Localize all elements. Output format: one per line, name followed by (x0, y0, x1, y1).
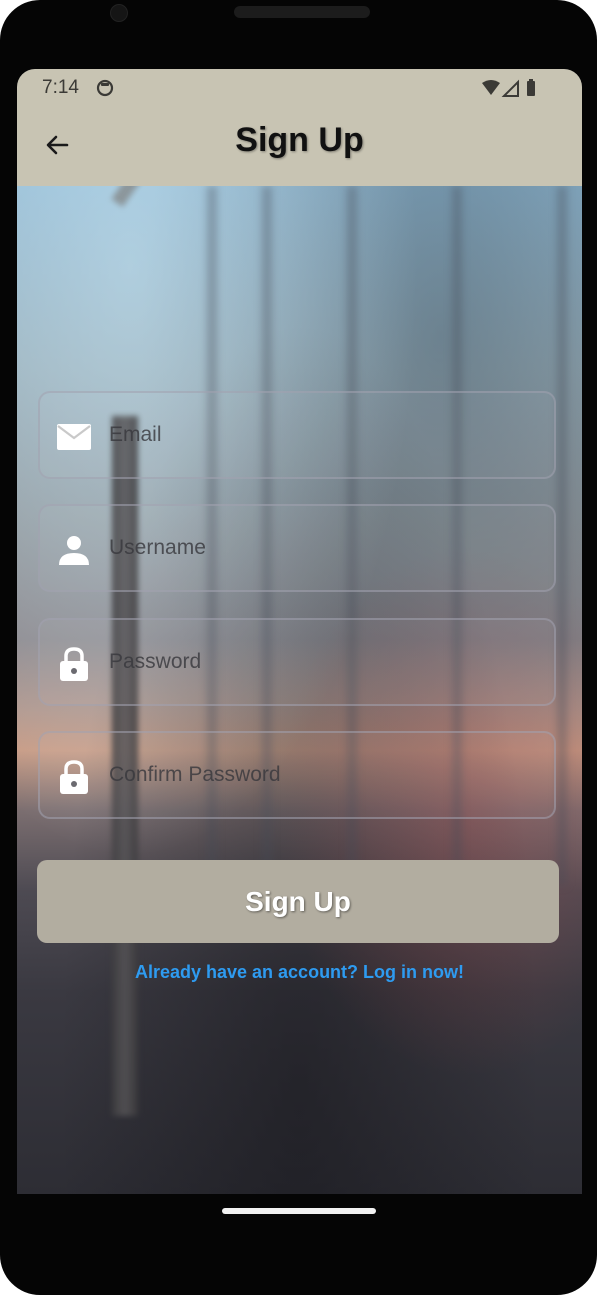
password-placeholder: Password (109, 650, 202, 673)
status-icons (482, 79, 535, 97)
confirm-password-field[interactable]: Confirm Password (38, 731, 556, 819)
screen: 7:14 Sign Up Email Username Password Con… (17, 69, 582, 1194)
app-bar: 7:14 Sign Up (17, 69, 582, 186)
person-icon (59, 536, 89, 565)
speaker-grille (234, 6, 370, 18)
login-link[interactable]: Already have an account? Log in now! (17, 962, 582, 983)
username-field[interactable]: Username (38, 504, 556, 592)
lock-icon (60, 760, 88, 794)
email-placeholder: Email (109, 423, 162, 446)
status-time: 7:14 (42, 77, 79, 98)
confirm-password-placeholder: Confirm Password (109, 763, 281, 786)
wifi-icon (482, 80, 500, 95)
email-field[interactable]: Email (38, 391, 556, 479)
username-placeholder: Username (109, 536, 206, 559)
phone-frame: 7:14 Sign Up Email Username Password Con… (0, 0, 597, 1295)
front-camera (110, 4, 128, 22)
sync-icon (96, 79, 114, 97)
password-field[interactable]: Password (38, 618, 556, 706)
page-title: Sign Up (235, 121, 364, 159)
lock-icon (60, 647, 88, 681)
battery-icon (527, 81, 535, 96)
home-indicator[interactable] (222, 1208, 376, 1214)
sign-up-button[interactable]: Sign Up (37, 860, 559, 943)
signal-icon (501, 79, 519, 97)
mail-icon (57, 424, 91, 450)
status-bar: 7:14 (17, 69, 582, 109)
